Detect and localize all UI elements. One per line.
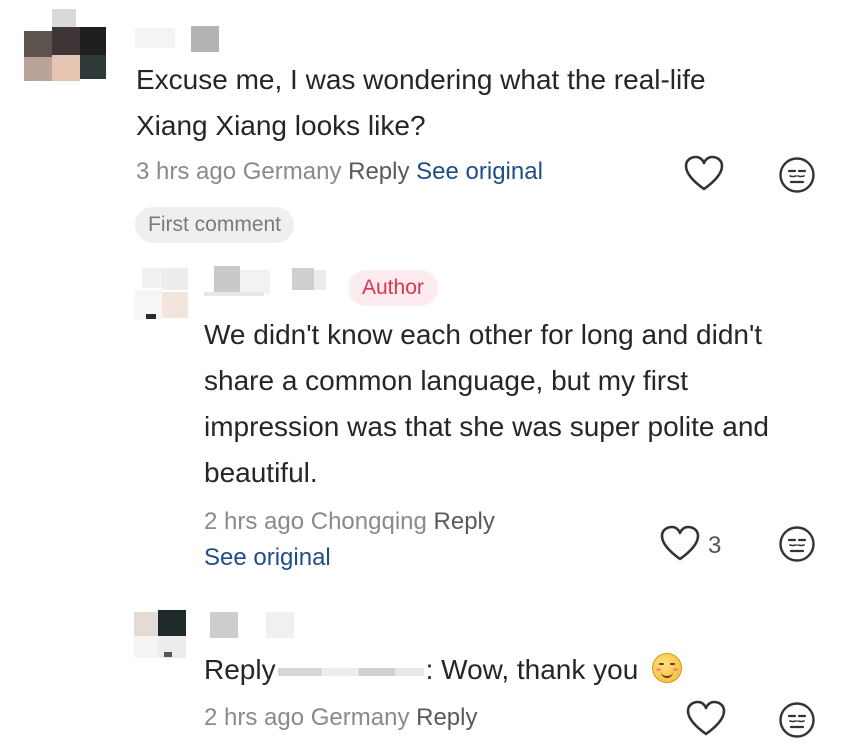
neutral-face-icon[interactable] xyxy=(778,156,816,194)
comment-meta: 3 hrs ago Germany Reply See original xyxy=(136,158,543,186)
see-original-link[interactable]: See original xyxy=(416,158,543,185)
comment-text: Excuse me, I was wondering what the real… xyxy=(136,64,706,141)
username[interactable] xyxy=(135,26,225,52)
location: Germany xyxy=(242,158,342,185)
comment-text: We didn't know each other for long and d… xyxy=(204,319,769,488)
location: Chongqing xyxy=(310,508,427,535)
author-badge: Author xyxy=(348,270,438,306)
heart-icon[interactable] xyxy=(684,155,724,193)
reply-line: Reply : Wow, thank you xyxy=(204,647,683,693)
mentioned-username[interactable] xyxy=(277,667,424,676)
smiling-face-emoji-icon xyxy=(652,653,683,683)
heart-icon[interactable] xyxy=(686,700,726,738)
timestamp: 2 hrs ago xyxy=(204,508,305,535)
reply-button[interactable]: Reply xyxy=(348,158,409,185)
reply-prefix: Reply xyxy=(204,654,276,685)
see-original-link[interactable]: See original xyxy=(204,544,331,572)
timestamp: 3 hrs ago xyxy=(136,158,237,185)
like-count: 3 xyxy=(708,532,722,559)
username[interactable] xyxy=(204,264,344,300)
reply-text: : Wow, thank you xyxy=(425,654,639,685)
avatar[interactable] xyxy=(24,9,108,81)
neutral-face-icon[interactable] xyxy=(778,525,816,563)
location: Germany xyxy=(310,704,410,731)
reply-button[interactable]: Reply xyxy=(434,508,495,535)
avatar[interactable] xyxy=(134,610,190,660)
first-comment-badge: First comment xyxy=(135,207,295,243)
comment-meta: 2 hrs ago Chongqing Reply xyxy=(204,508,495,536)
timestamp: 2 hrs ago xyxy=(204,704,305,731)
username[interactable] xyxy=(210,610,300,638)
heart-icon[interactable] xyxy=(660,525,700,563)
neutral-face-icon[interactable] xyxy=(778,701,816,739)
comment-meta: 2 hrs ago Germany Reply xyxy=(204,704,477,732)
avatar[interactable] xyxy=(134,268,190,320)
reply-button[interactable]: Reply xyxy=(416,704,477,731)
